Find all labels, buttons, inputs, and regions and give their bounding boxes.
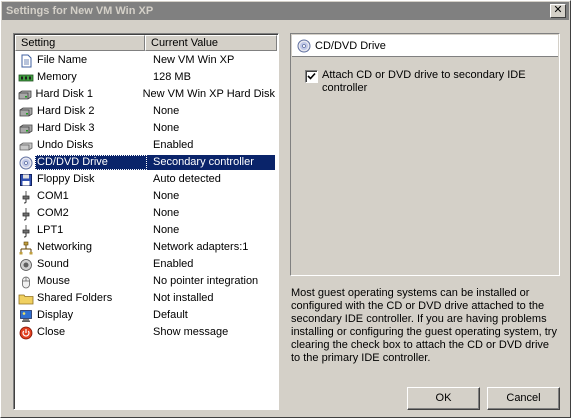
description-text: Most guest operating systems can be inst…	[291, 287, 557, 364]
attach-secondary-ide-option[interactable]: Attach CD or DVD drive to secondary IDE …	[305, 69, 550, 95]
current-value: Not installed	[153, 292, 214, 304]
close-power-icon	[17, 324, 35, 341]
folder-icon	[17, 290, 35, 307]
attach-secondary-ide-checkbox[interactable]	[305, 70, 318, 83]
list-item-sound[interactable]: Sound Enabled	[15, 256, 277, 273]
current-value: Network adapters:1	[153, 241, 249, 253]
settings-dialog: Settings for New VM Win XP ✕ Setting Cur…	[0, 0, 571, 418]
mouse-icon	[17, 273, 35, 290]
com-port-icon	[17, 188, 35, 205]
hard-disk-icon	[17, 86, 34, 103]
list-item-cd-dvd-drive[interactable]: CD/DVD Drive Secondary controller	[15, 154, 277, 171]
setting-label: Hard Disk 1	[35, 88, 93, 100]
display-icon	[17, 307, 35, 324]
setting-label: CD/DVD Drive	[35, 155, 147, 170]
current-value: Show message	[153, 326, 229, 338]
detail-header: CD/DVD Drive	[292, 35, 558, 57]
list-item-shared-folders[interactable]: Shared Folders Not installed	[15, 290, 277, 307]
column-header-setting[interactable]: Setting	[15, 35, 145, 51]
floppy-icon	[17, 171, 35, 188]
setting-label: Close	[37, 326, 66, 338]
current-value: Secondary controller	[147, 155, 275, 170]
cd-drive-icon	[17, 154, 35, 171]
setting-label: Sound	[37, 258, 69, 270]
setting-label: Undo Disks	[37, 139, 94, 151]
list-item-hard-disk-3[interactable]: Hard Disk 3 None	[15, 120, 277, 137]
setting-label: Shared Folders	[37, 292, 113, 304]
list-item-memory[interactable]: Memory 128 MB	[15, 69, 277, 86]
current-value: New VM Win XP	[153, 54, 235, 66]
current-value: None	[153, 207, 180, 219]
com-port-icon	[17, 205, 35, 222]
current-value: Default	[153, 309, 188, 321]
current-value: Enabled	[153, 139, 194, 151]
attach-secondary-ide-label[interactable]: Attach CD or DVD drive to secondary IDE …	[322, 69, 550, 95]
setting-label: COM1	[37, 190, 69, 202]
list-item-floppy-disk[interactable]: Floppy Disk Auto detected	[15, 171, 277, 188]
setting-label: File Name	[37, 54, 88, 66]
list-item-hard-disk-1[interactable]: Hard Disk 1 New VM Win XP Hard Disk	[15, 86, 277, 103]
detail-panel: CD/DVD Drive Attach CD or DVD drive to s…	[290, 33, 560, 276]
undo-disk-icon	[17, 137, 35, 154]
lpt-port-icon	[17, 222, 35, 239]
list-item-mouse[interactable]: Mouse No pointer integration	[15, 273, 277, 290]
list-item-lpt1[interactable]: LPT1 None	[15, 222, 277, 239]
checkmark-icon	[307, 72, 316, 80]
list-body: File Name New VM Win XP Memory 128 MB Hard D…	[15, 52, 277, 341]
current-value: New VM Win XP Hard Disk	[142, 88, 275, 100]
cd-drive-icon	[297, 39, 311, 53]
current-value: No pointer integration	[153, 275, 259, 287]
list-item-file-name[interactable]: File Name New VM Win XP	[15, 52, 277, 69]
setting-label: Hard Disk 3	[37, 122, 95, 134]
setting-label: LPT1	[37, 224, 64, 236]
current-value: Auto detected	[153, 173, 221, 185]
close-button[interactable]: ✕	[550, 4, 566, 18]
ok-button[interactable]: OK	[407, 387, 480, 410]
hard-disk-icon	[17, 103, 35, 120]
setting-label: Mouse	[37, 275, 71, 287]
file-icon	[17, 52, 35, 69]
list-item-undo-disks[interactable]: Undo Disks Enabled	[15, 137, 277, 154]
current-value: 128 MB	[153, 71, 191, 83]
list-item-close[interactable]: Close Show message	[15, 324, 277, 341]
sound-icon	[17, 256, 35, 273]
setting-label: Networking	[37, 241, 93, 253]
network-icon	[17, 239, 35, 256]
list-item-display[interactable]: Display Default	[15, 307, 277, 324]
list-item-com1[interactable]: COM1 None	[15, 188, 277, 205]
current-value: Enabled	[153, 258, 194, 270]
detail-title: CD/DVD Drive	[315, 39, 386, 52]
settings-list[interactable]: Setting Current Value File Name New VM Wi…	[13, 33, 279, 410]
current-value: None	[153, 105, 180, 117]
current-value: None	[153, 122, 180, 134]
cancel-button[interactable]: Cancel	[487, 387, 560, 410]
window-title: Settings for New VM Win XP	[6, 5, 154, 17]
list-item-networking[interactable]: Networking Network adapters:1	[15, 239, 277, 256]
setting-label: Memory	[37, 71, 77, 83]
list-header: Setting Current Value	[15, 35, 277, 51]
setting-label: Floppy Disk	[37, 173, 95, 185]
title-bar[interactable]: Settings for New VM Win XP ✕	[2, 2, 569, 20]
hard-disk-icon	[17, 120, 35, 137]
memory-icon	[17, 69, 35, 86]
current-value: None	[153, 224, 180, 236]
list-item-hard-disk-2[interactable]: Hard Disk 2 None	[15, 103, 277, 120]
list-item-com2[interactable]: COM2 None	[15, 205, 277, 222]
setting-label: Display	[37, 309, 74, 321]
setting-label: COM2	[37, 207, 69, 219]
setting-label: Hard Disk 2	[37, 105, 95, 117]
column-header-current-value[interactable]: Current Value	[145, 35, 277, 51]
current-value: None	[153, 190, 180, 202]
